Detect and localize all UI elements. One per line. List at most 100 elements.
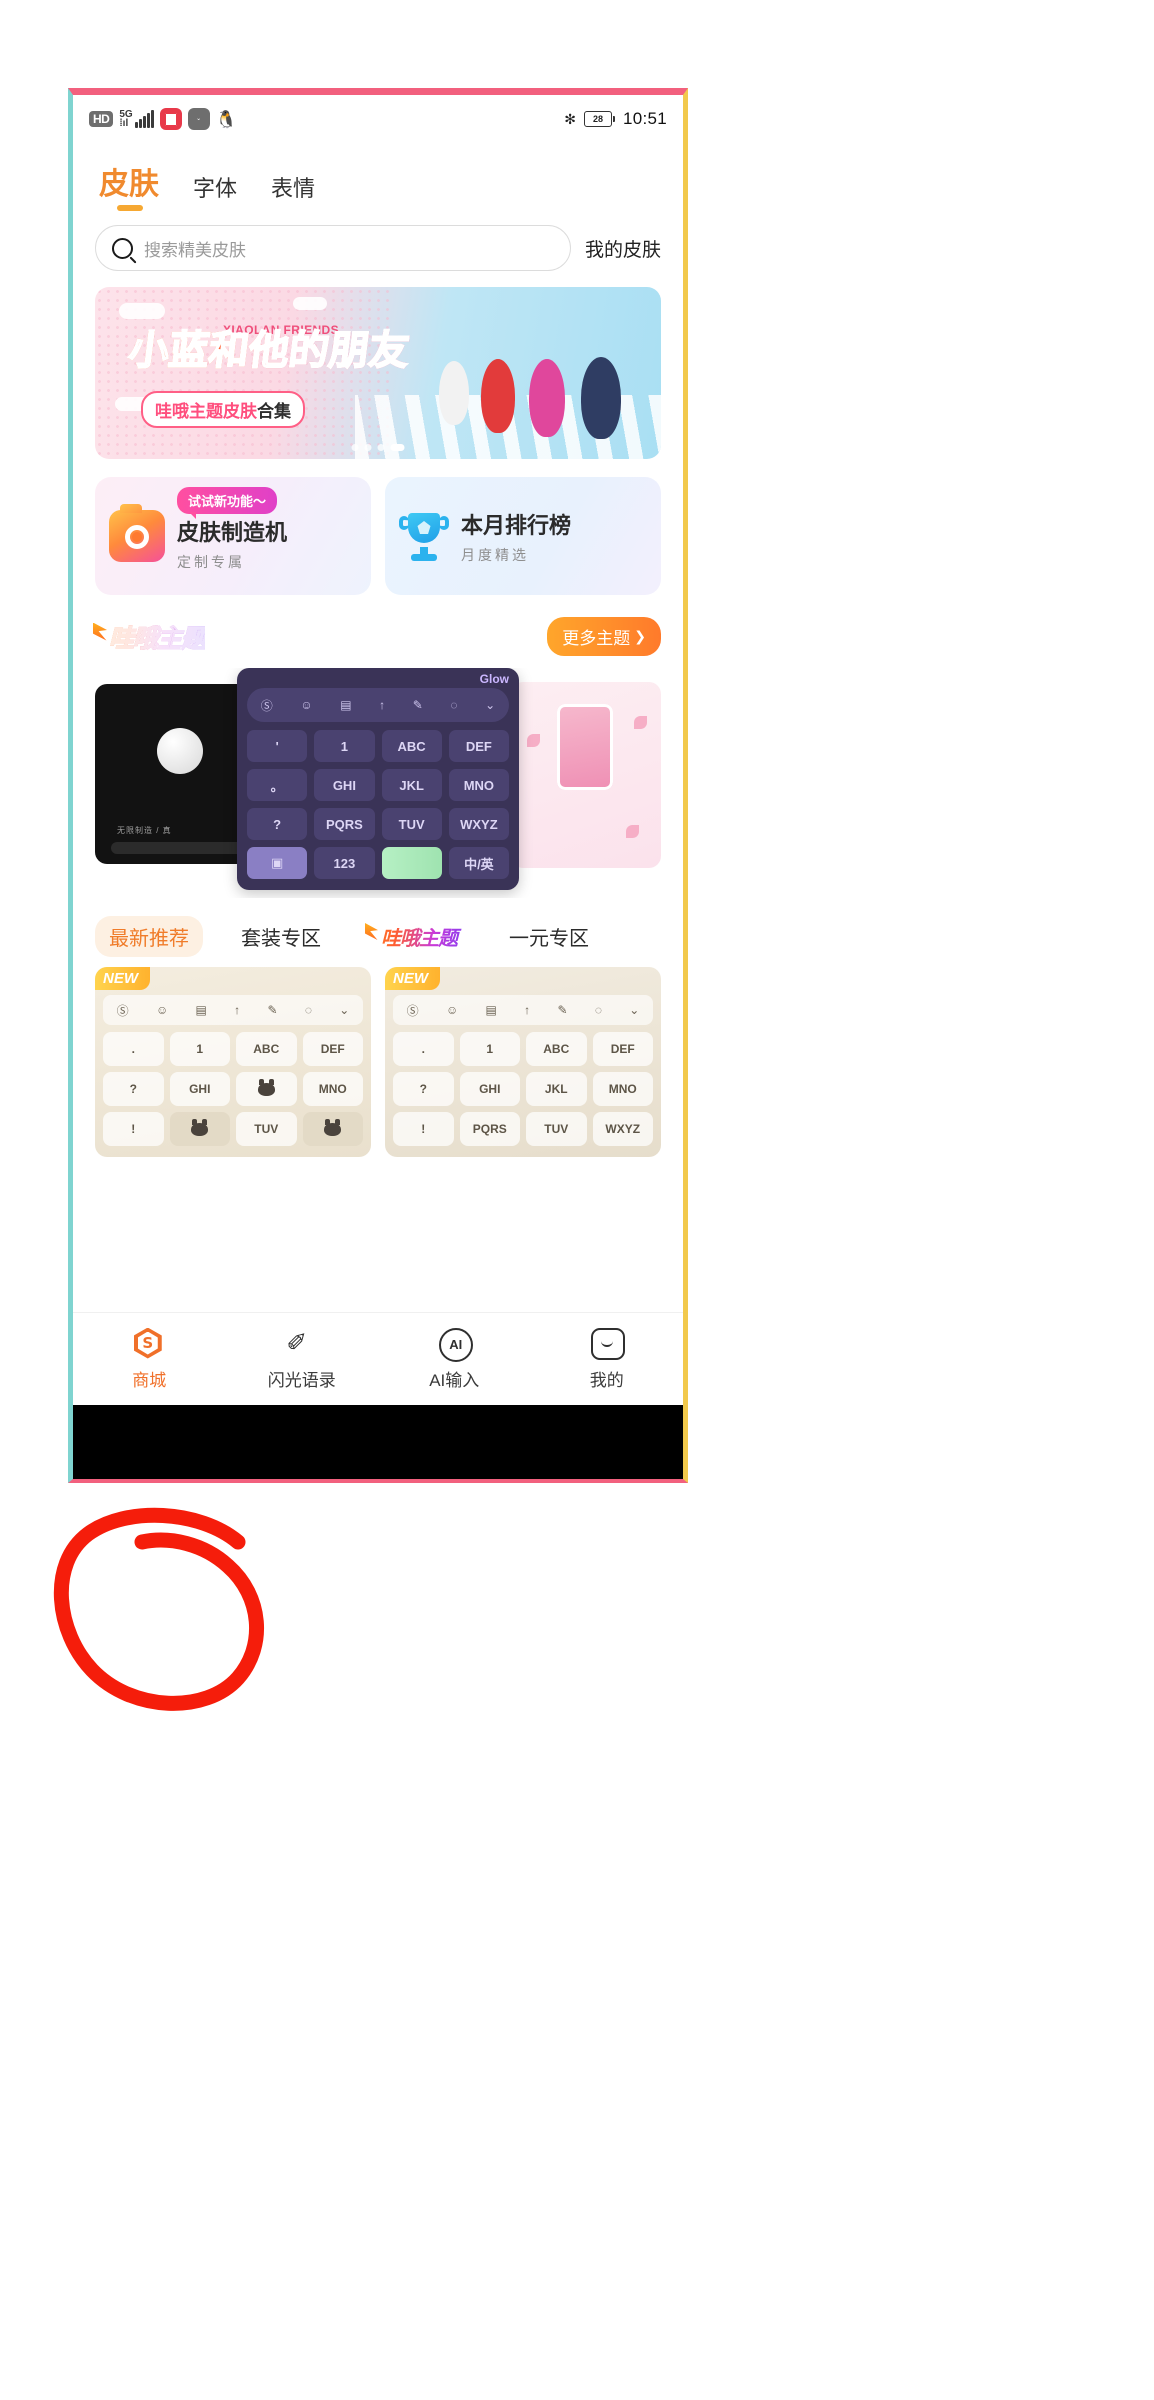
keyboard-icon: ▤	[485, 1003, 497, 1017]
key[interactable]: PQRS	[314, 808, 375, 840]
search-icon[interactable]: ◌	[450, 698, 457, 712]
system-navigation-area	[73, 1405, 683, 1479]
skin-maker-subtitle: 定制专属	[177, 553, 245, 570]
key: ?	[393, 1072, 454, 1106]
key: .	[393, 1032, 454, 1066]
shop-icon	[133, 1327, 165, 1359]
skin-tile[interactable]: NEW Ⓢ ☺ ▤ ↑ ✎ ◌ ⌄ . 1 ABC DEF ? GHI JKL …	[385, 967, 661, 1157]
tab-skins[interactable]: 皮肤	[99, 159, 159, 215]
banner-dot[interactable]	[377, 444, 385, 451]
monthly-ranking-text: 本月排行榜 月度精选	[461, 508, 571, 565]
emoji-icon[interactable]: ☺	[300, 698, 312, 712]
key: .	[103, 1032, 164, 1066]
s-logo-icon[interactable]: Ⓢ	[261, 697, 273, 714]
key: MNO	[302, 1072, 363, 1106]
category-wow-theme[interactable]: 哇哦主题	[359, 916, 471, 957]
status-bar-right: ✻ 28 10:51	[564, 109, 667, 129]
banner-dot-active[interactable]	[390, 444, 405, 451]
key[interactable]: 1	[314, 730, 375, 762]
key: 1	[459, 1032, 520, 1066]
key: DEF	[592, 1032, 653, 1066]
redbook-icon	[159, 108, 182, 130]
category-latest[interactable]: 最新推荐	[95, 916, 203, 957]
key[interactable]: GHI	[314, 769, 375, 801]
theme-card-center[interactable]: Glow Ⓢ ☺ ▤ ↑ ✎ ◌ ⌄ ' 1 ABC DEF 。 GHI JKL…	[237, 668, 519, 890]
key: JKL	[526, 1072, 587, 1106]
hd-icon: HD	[89, 111, 114, 127]
character-navy	[581, 357, 621, 439]
banner-dot[interactable]	[364, 444, 372, 451]
skin-grid: NEW Ⓢ ☺ ▤ ↑ ✎ ◌ ⌄ . 1 ABC DEF ? GHI MNO …	[95, 967, 661, 1157]
tab-fonts[interactable]: 字体	[193, 171, 237, 215]
keyboard-icon[interactable]: ▤	[340, 698, 351, 712]
category-tab-bar: 最新推荐 套装专区 哇哦主题 一元专区	[95, 916, 661, 957]
mic-icon: ↑	[234, 1003, 241, 1017]
tab-emoji[interactable]: 表情	[271, 171, 315, 215]
ai-icon: AI	[438, 1327, 473, 1362]
nav-shop[interactable]: 商城	[73, 1327, 226, 1391]
key[interactable]: JKL	[381, 769, 442, 801]
key[interactable]: '	[247, 730, 308, 762]
emoji-icon: ☺	[155, 1003, 169, 1017]
camera-icon	[109, 504, 165, 562]
category-one-yuan[interactable]: 一元专区	[495, 916, 603, 957]
key[interactable]: 123	[314, 847, 375, 879]
search-input[interactable]: 搜索精美皮肤	[95, 225, 571, 271]
key[interactable]: ABC	[381, 730, 442, 762]
bluetooth-icon: ✻	[564, 110, 576, 127]
key-cat	[169, 1112, 230, 1146]
key-space[interactable]	[381, 847, 442, 879]
nav-profile[interactable]: 我的	[531, 1327, 684, 1391]
more-themes-button[interactable]: 更多主题 ❯	[547, 617, 661, 656]
s-logo-icon: Ⓢ	[406, 1003, 419, 1018]
theme-card-right[interactable]	[511, 682, 661, 868]
key[interactable]: DEF	[448, 730, 509, 762]
new-badge: NEW	[385, 967, 440, 990]
top-tab-bar: 皮肤 字体 表情	[73, 143, 683, 215]
key-language[interactable]: 中/英	[448, 847, 509, 879]
status-bar: HD 5G ⁞ıl ⌄ 🐧 ✻ 28 10:51	[73, 95, 683, 143]
search-placeholder: 搜索精美皮肤	[144, 240, 246, 260]
monthly-ranking-card[interactable]: 本月排行榜 月度精选	[385, 477, 661, 595]
character-pink	[529, 359, 565, 437]
charm-graphic	[557, 704, 613, 790]
key[interactable]: TUV	[381, 808, 442, 840]
nav-quotes[interactable]: ✐ 闪光语录	[226, 1328, 379, 1391]
nav-ai-label: AI输入	[429, 1370, 480, 1390]
key: PQRS	[459, 1112, 520, 1146]
key: TUV	[236, 1112, 297, 1146]
key-symbols[interactable]: ▣	[247, 847, 308, 879]
skin-maker-card[interactable]: 试试新功能～ 皮肤制造机 定制专属	[95, 477, 371, 595]
mic-icon[interactable]: ↑	[379, 698, 385, 712]
key: WXYZ	[592, 1112, 653, 1146]
promo-banner[interactable]: XIAOLAN FRIENDS 小蓝和他的朋友 哇哦主题皮肤合集	[95, 287, 661, 459]
key[interactable]: ?	[247, 808, 308, 840]
bottom-navigation-bar: 商城 ✐ 闪光语录 AI AI输入 我的	[73, 1312, 683, 1405]
pen-icon[interactable]: ✎	[413, 698, 423, 712]
pen-icon: ✎	[267, 1003, 278, 1017]
theme-card-left-caption: 无限制造 / 真	[117, 826, 172, 835]
key: MNO	[592, 1072, 653, 1106]
banner-pagination[interactable]	[351, 444, 405, 451]
character-red	[481, 359, 515, 433]
battery-level: 28	[583, 111, 612, 127]
key[interactable]: WXYZ	[448, 808, 509, 840]
chevron-down-icon[interactable]: ⌄	[485, 698, 495, 712]
my-skins-link[interactable]: 我的皮肤	[585, 235, 661, 262]
banner-dot[interactable]	[351, 444, 359, 451]
chevron-right-icon: ❯	[634, 628, 646, 644]
phone-screenshot-frame: HD 5G⁞ıl ⌄ 🐧 ✻ 28 10:51 皮肤 字体 表情 搜索精美皮肤	[68, 88, 688, 1483]
key[interactable]: MNO	[448, 769, 509, 801]
key: GHI	[459, 1072, 520, 1106]
key-cat	[302, 1112, 363, 1146]
skin-tile[interactable]: NEW Ⓢ ☺ ▤ ↑ ✎ ◌ ⌄ . 1 ABC DEF ? GHI MNO …	[95, 967, 371, 1157]
emoji-icon: ☺	[445, 1003, 459, 1017]
status-bar-left: HD 5G ⁞ıl ⌄ 🐧	[89, 108, 237, 130]
nav-ai-input[interactable]: AI AI输入	[378, 1327, 531, 1391]
cat-icon	[191, 1118, 209, 1136]
category-bundles[interactable]: 套装专区	[227, 916, 335, 957]
search-icon: ◌	[594, 1003, 602, 1017]
key[interactable]: 。	[247, 769, 308, 801]
search-row: 搜索精美皮肤 我的皮肤	[73, 215, 683, 271]
theme-carousel[interactable]: 无限制造 / 真 Glow Ⓢ ☺ ▤ ↑ ✎ ◌ ⌄ ' 1 ABC DEF …	[95, 668, 661, 898]
